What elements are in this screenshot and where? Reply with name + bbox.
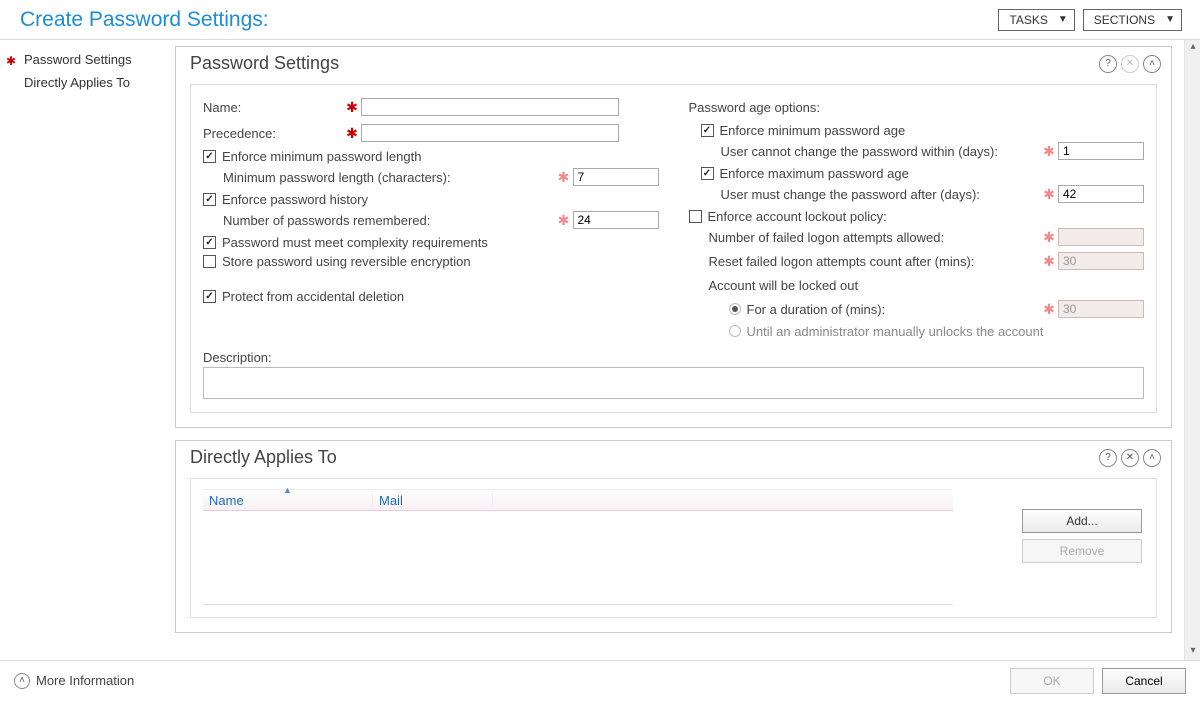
max-age-label: User must change the password after (day… (721, 187, 1041, 202)
column-mail[interactable]: Mail (373, 493, 493, 508)
enforce-min-length-checkbox[interactable] (203, 150, 216, 163)
sidebar-item-label: Password Settings (24, 52, 132, 67)
locked-out-header: Account will be locked out (709, 278, 1145, 293)
more-information-toggle[interactable]: ˄ More Information (14, 673, 1002, 689)
sections-label: SECTIONS (1094, 13, 1155, 27)
help-icon[interactable]: ? (1099, 55, 1117, 73)
enforce-history-label: Enforce password history (222, 192, 368, 207)
lockout-label: Enforce account lockout policy: (708, 209, 887, 224)
enforce-max-age-label: Enforce maximum password age (720, 166, 909, 181)
column-mail-label: Mail (379, 493, 403, 508)
age-options-header: Password age options: (689, 100, 821, 115)
sections-dropdown[interactable]: SECTIONS ▼ (1083, 9, 1182, 31)
required-icon: ✱ (555, 169, 573, 186)
main-content: Password Settings ? ✕ ˄ Name: ✱ (175, 40, 1200, 660)
sort-asc-icon: ▲ (283, 485, 292, 495)
until-admin-label: Until an administrator manually unlocks … (747, 324, 1044, 339)
panel-title: Directly Applies To (190, 447, 1099, 468)
chevron-up-icon: ˄ (14, 673, 30, 689)
grid-header: Name ▲ Mail (203, 489, 953, 511)
chevron-down-icon: ▼ (1058, 14, 1068, 25)
sidebar-item-password-settings[interactable]: Password Settings (0, 48, 175, 71)
reset-count-field (1058, 252, 1144, 270)
enforce-history-checkbox[interactable] (203, 193, 216, 206)
sidebar: Password Settings Directly Applies To (0, 40, 175, 660)
enforce-max-age-checkbox[interactable] (701, 167, 714, 180)
min-age-field[interactable] (1058, 142, 1144, 160)
description-field[interactable] (203, 367, 1144, 399)
until-admin-radio (729, 325, 741, 337)
panel-directly-applies: Directly Applies To ? ✕ ˄ Name ▲ Mail (175, 440, 1172, 633)
duration-field (1058, 300, 1144, 318)
required-icon: ✱ (555, 212, 573, 229)
required-icon: ✱ (343, 125, 361, 142)
column-name[interactable]: Name ▲ (203, 493, 373, 508)
panel-password-settings: Password Settings ? ✕ ˄ Name: ✱ (175, 46, 1172, 428)
tasks-dropdown[interactable]: TASKS ▼ (998, 9, 1074, 31)
duration-radio (729, 303, 741, 315)
page-title: Create Password Settings: (20, 8, 990, 32)
grid-bottom-divider (203, 604, 953, 605)
reset-count-label: Reset failed logon attempts count after … (709, 254, 1041, 269)
column-name-label: Name (209, 493, 244, 508)
complexity-label: Password must meet complexity requiremen… (222, 235, 488, 250)
precedence-label: Precedence: (203, 126, 343, 141)
required-icon: ✱ (1040, 301, 1058, 318)
window-footer: ˄ More Information OK Cancel (0, 660, 1200, 700)
duration-label: For a duration of (mins): (747, 302, 1041, 317)
collapse-icon[interactable]: ˄ (1143, 55, 1161, 73)
ok-button: OK (1010, 668, 1094, 694)
required-icon: ✱ (1040, 253, 1058, 270)
protect-checkbox[interactable] (203, 290, 216, 303)
max-age-field[interactable] (1058, 185, 1144, 203)
reversible-label: Store password using reversible encrypti… (222, 254, 471, 269)
right-column: Password age options: Enforce minimum pa… (689, 95, 1145, 342)
complexity-checkbox[interactable] (203, 236, 216, 249)
failed-attempts-label: Number of failed logon attempts allowed: (709, 230, 1041, 245)
more-information-label: More Information (36, 673, 134, 688)
enforce-min-age-label: Enforce minimum password age (720, 123, 906, 138)
window-header: Create Password Settings: TASKS ▼ SECTIO… (0, 0, 1200, 40)
description-label: Description: (203, 350, 1144, 365)
help-icon[interactable]: ? (1099, 449, 1117, 467)
sidebar-item-directly-applies[interactable]: Directly Applies To (0, 71, 175, 94)
protect-label: Protect from accidental deletion (222, 289, 404, 304)
required-icon: ✱ (1040, 229, 1058, 246)
min-length-label: Minimum password length (characters): (223, 170, 555, 185)
required-icon: ✱ (1040, 186, 1058, 203)
vertical-scrollbar[interactable]: ▴ ▾ (1184, 40, 1200, 660)
enforce-min-length-label: Enforce minimum password length (222, 149, 421, 164)
reversible-checkbox[interactable] (203, 255, 216, 268)
close-icon: ✕ (1121, 55, 1139, 73)
add-button[interactable]: Add... (1022, 509, 1142, 533)
remove-button: Remove (1022, 539, 1142, 563)
scroll-up-icon[interactable]: ▴ (1186, 41, 1200, 55)
name-field[interactable] (361, 98, 619, 116)
min-length-field[interactable] (573, 168, 659, 186)
history-count-field[interactable] (573, 211, 659, 229)
collapse-icon[interactable]: ˄ (1143, 449, 1161, 467)
cancel-button[interactable]: Cancel (1102, 668, 1186, 694)
required-icon: ✱ (343, 99, 361, 116)
required-icon: ✱ (1040, 143, 1058, 160)
chevron-down-icon: ▼ (1165, 14, 1175, 25)
scroll-down-icon[interactable]: ▾ (1186, 645, 1200, 659)
min-age-label: User cannot change the password within (… (721, 144, 1041, 159)
name-label: Name: (203, 100, 343, 115)
sidebar-item-label: Directly Applies To (24, 75, 130, 90)
panel-title: Password Settings (190, 53, 1099, 74)
tasks-label: TASKS (1009, 13, 1047, 27)
close-icon[interactable]: ✕ (1121, 449, 1139, 467)
failed-attempts-field (1058, 228, 1144, 246)
left-column: Name: ✱ Precedence: ✱ Enforce minimum pa… (203, 95, 659, 342)
precedence-field[interactable] (361, 124, 619, 142)
history-count-label: Number of passwords remembered: (223, 213, 555, 228)
enforce-min-age-checkbox[interactable] (701, 124, 714, 137)
lockout-checkbox[interactable] (689, 210, 702, 223)
